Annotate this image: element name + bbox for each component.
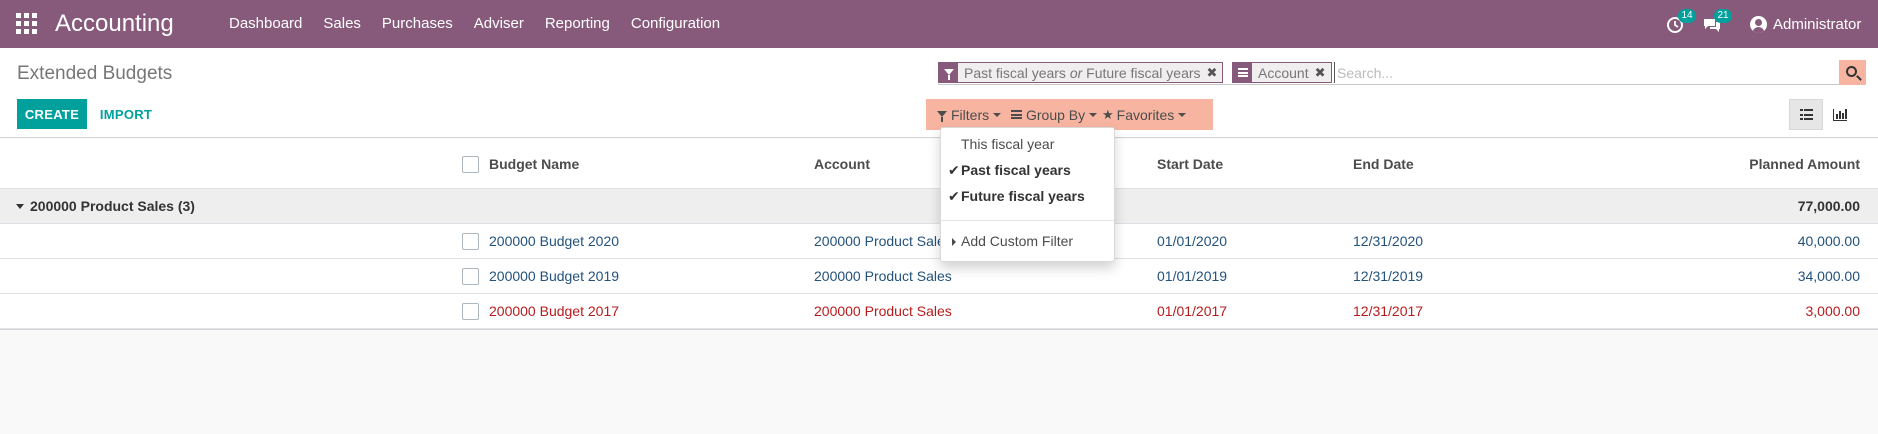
filter-option-this-fiscal-year[interactable]: This fiscal year: [941, 132, 1114, 158]
filter-icon: [937, 110, 947, 122]
row-checkbox[interactable]: [462, 303, 479, 320]
import-button[interactable]: IMPORT: [96, 99, 156, 129]
filter-option-past-fiscal-years[interactable]: ✔ Past fiscal years: [941, 158, 1114, 184]
list-icon: [1799, 109, 1813, 120]
list-view-button[interactable]: [1789, 99, 1823, 130]
filter-facet-label: Past fiscal years or Future fiscal years: [964, 64, 1201, 81]
end-date-cell: 12/31/2019: [1353, 268, 1424, 284]
caret-right-icon: [952, 238, 956, 246]
end-date-cell: 12/31/2017: [1353, 303, 1424, 319]
filter-facet-remove-icon[interactable]: ✖: [1205, 65, 1223, 81]
search-view: Past fiscal years or Future fiscal years…: [938, 60, 1866, 85]
caret-down-icon: [1178, 112, 1187, 117]
filter-facet: Past fiscal years or Future fiscal years…: [938, 62, 1224, 83]
menu-item-adviser[interactable]: Adviser: [474, 0, 535, 48]
main-menu: Dashboard Sales Purchases Adviser Report…: [229, 0, 741, 48]
account-cell: 200000 Product Sales: [814, 233, 952, 249]
filter-option-future-fiscal-years[interactable]: ✔ Future fiscal years: [941, 184, 1114, 210]
budget-name-cell: 200000 Budget 2020: [489, 233, 620, 249]
groupby-facet: Account ✖: [1232, 62, 1332, 83]
create-button[interactable]: CREATE: [17, 99, 87, 129]
group-total: 77,000.00: [1797, 198, 1860, 214]
messages-menu[interactable]: 21: [1702, 9, 1732, 36]
menu-item-dashboard[interactable]: Dashboard: [229, 0, 313, 48]
menu-item-reporting[interactable]: Reporting: [545, 0, 621, 48]
column-header-account[interactable]: Account: [814, 156, 870, 172]
activity-count-badge: 14: [1678, 9, 1696, 23]
menu-item-sales[interactable]: Sales: [323, 0, 372, 48]
search-input[interactable]: [1334, 62, 1774, 83]
control-panel: Extended Budgets CREATE IMPORT Past fisc…: [0, 48, 1878, 138]
caret-down-icon: [993, 112, 1002, 117]
group-row[interactable]: 200000 Product Sales (3) 77,000.00: [0, 189, 1878, 224]
graph-view-button[interactable]: [1823, 99, 1857, 130]
group-label: 200000 Product Sales (3): [30, 198, 195, 214]
content-background: [0, 329, 1878, 434]
search-button[interactable]: [1839, 60, 1866, 85]
column-header-budget-name[interactable]: Budget Name: [489, 156, 579, 172]
filter-facet-icon: [939, 63, 958, 82]
check-icon: ✔: [948, 162, 960, 178]
select-all-checkbox[interactable]: [462, 156, 479, 173]
page-title: Extended Budgets: [17, 63, 173, 84]
star-icon: ★: [1102, 106, 1114, 122]
bars-icon: [1011, 110, 1022, 119]
user-menu[interactable]: Administrator: [1750, 12, 1861, 36]
bar-chart-icon: [1833, 108, 1847, 121]
groupby-facet-label: Account: [1258, 64, 1309, 81]
column-header-start-date[interactable]: Start Date: [1157, 156, 1223, 172]
caret-down-icon: [1089, 112, 1098, 117]
caret-down-icon: [16, 204, 24, 209]
top-navbar: Accounting Dashboard Sales Purchases Adv…: [0, 0, 1878, 48]
table-row[interactable]: 200000 Budget 2019 200000 Product Sales …: [0, 259, 1878, 294]
start-date-cell: 01/01/2017: [1157, 303, 1228, 319]
menu-item-purchases[interactable]: Purchases: [382, 0, 464, 48]
groupby-facet-icon: [1233, 63, 1252, 82]
apps-menu-icon[interactable]: [16, 13, 37, 34]
dropdown-divider: [941, 220, 1114, 221]
user-icon: [1750, 15, 1767, 33]
table-row[interactable]: 200000 Budget 2020 200000 Product Sales …: [0, 224, 1878, 259]
app-brand[interactable]: Accounting: [55, 9, 174, 39]
row-checkbox[interactable]: [462, 233, 479, 250]
end-date-cell: 12/31/2020: [1353, 233, 1424, 249]
column-header-end-date[interactable]: End Date: [1353, 156, 1414, 172]
budget-name-cell: 200000 Budget 2017: [489, 303, 620, 319]
planned-amount-cell: 3,000.00: [1805, 303, 1861, 319]
activity-menu[interactable]: 14: [1666, 9, 1696, 36]
table-row[interactable]: 200000 Budget 2017 200000 Product Sales …: [0, 294, 1878, 329]
filters-toggle[interactable]: Filters: [937, 99, 1002, 130]
search-options-bar: Filters Group By ★ Favorites: [926, 99, 1213, 130]
account-cell: 200000 Product Sales: [814, 303, 952, 319]
table-header: Budget Name Account Start Date End Date …: [0, 139, 1878, 189]
list-view: Budget Name Account Start Date End Date …: [0, 139, 1878, 329]
start-date-cell: 01/01/2020: [1157, 233, 1228, 249]
planned-amount-cell: 34,000.00: [1797, 268, 1860, 284]
favorites-toggle[interactable]: ★ Favorites: [1102, 99, 1187, 130]
account-cell: 200000 Product Sales: [814, 268, 952, 284]
planned-amount-cell: 40,000.00: [1797, 233, 1860, 249]
check-icon: ✔: [948, 188, 960, 204]
budget-name-cell: 200000 Budget 2019: [489, 268, 620, 284]
start-date-cell: 01/01/2019: [1157, 268, 1228, 284]
row-checkbox[interactable]: [462, 268, 479, 285]
messages-count-badge: 21: [1714, 9, 1732, 23]
menu-item-configuration[interactable]: Configuration: [631, 0, 731, 48]
column-header-planned-amount[interactable]: Planned Amount: [1749, 156, 1860, 172]
add-custom-filter[interactable]: Add Custom Filter: [941, 229, 1114, 255]
user-name: Administrator: [1773, 15, 1862, 33]
groupby-toggle[interactable]: Group By: [1011, 99, 1098, 130]
filters-dropdown: This fiscal year ✔ Past fiscal years ✔ F…: [940, 127, 1115, 262]
search-icon: [1845, 65, 1857, 77]
groupby-facet-remove-icon[interactable]: ✖: [1313, 65, 1331, 81]
